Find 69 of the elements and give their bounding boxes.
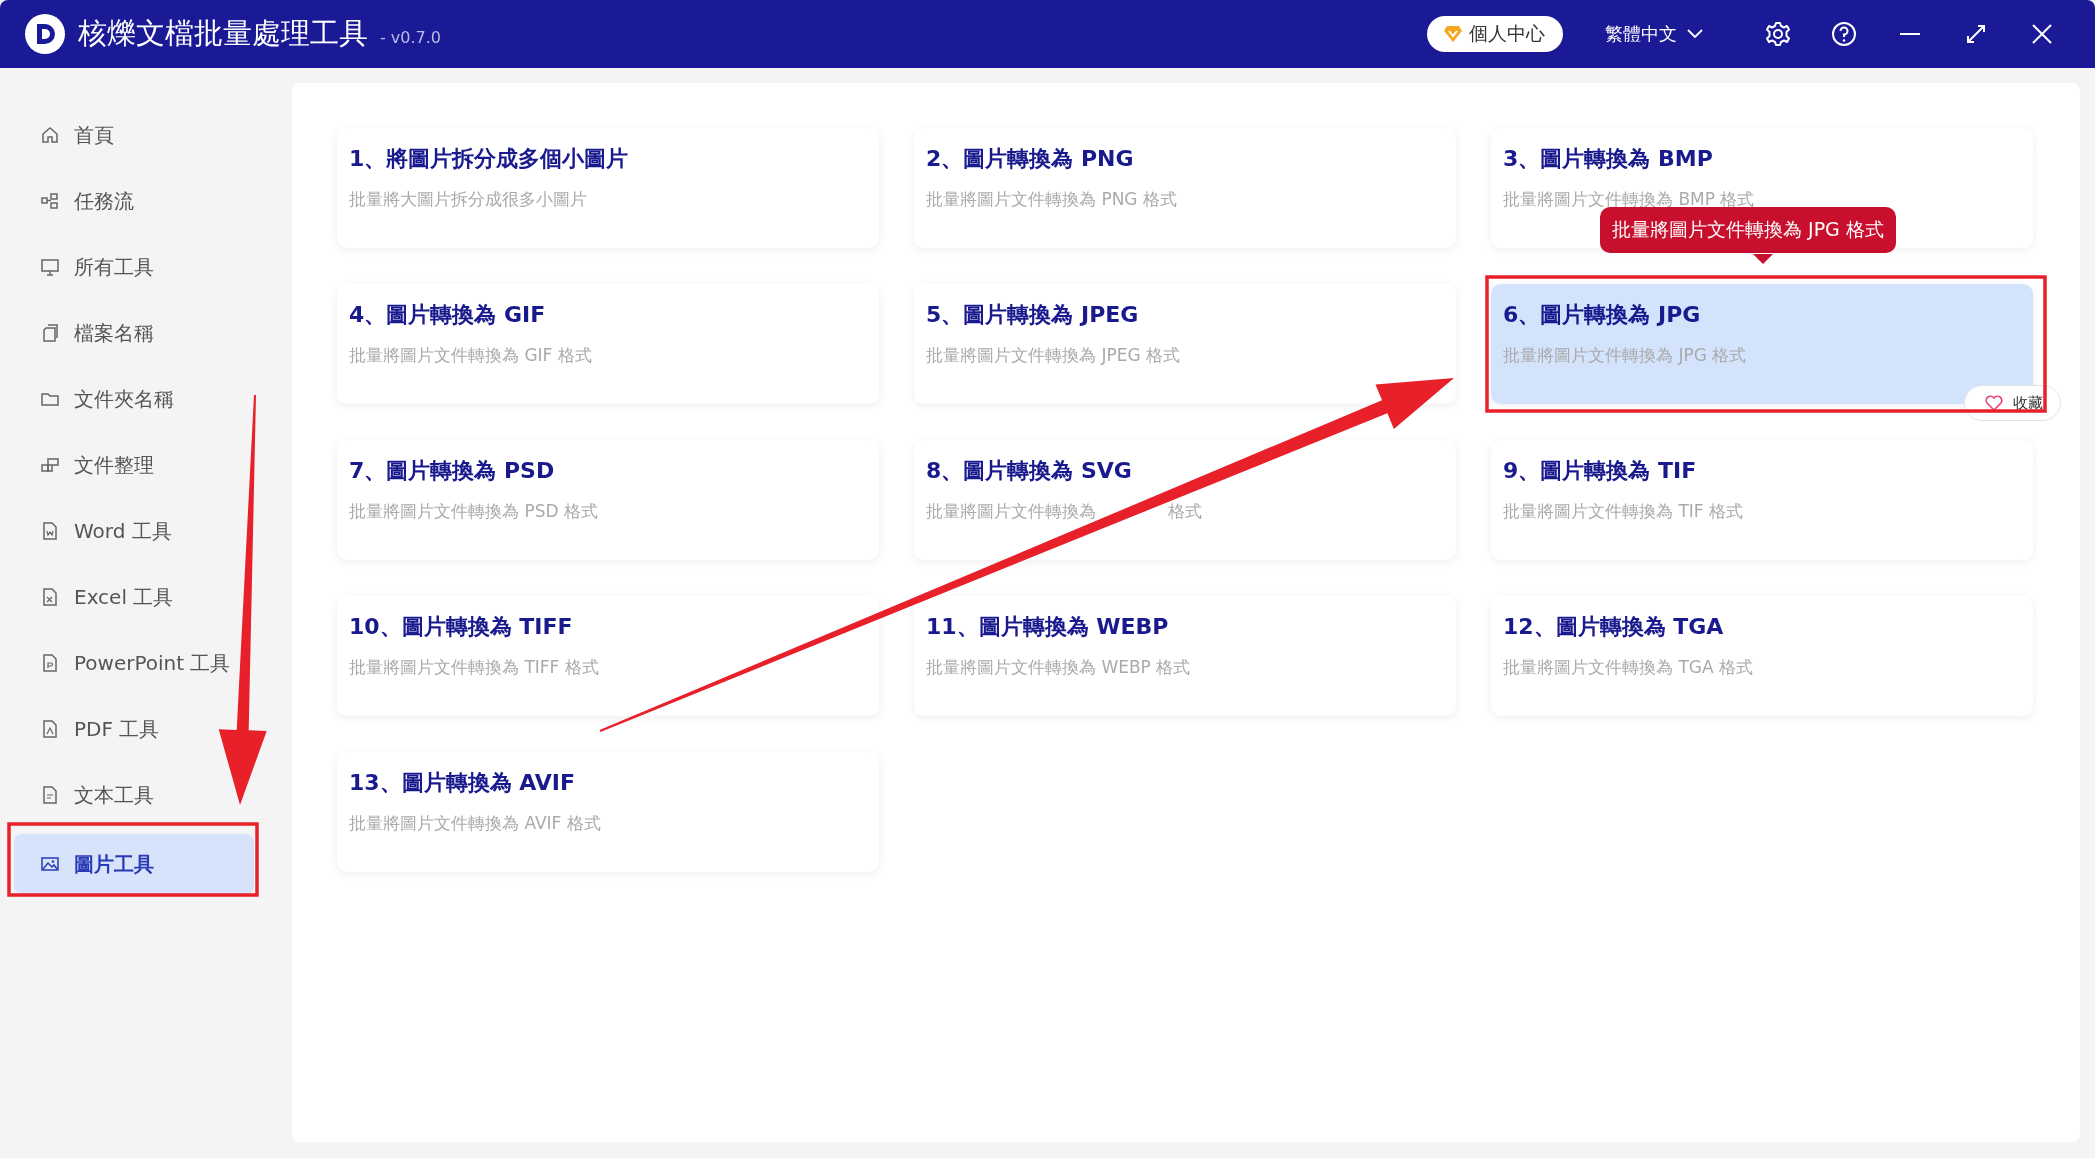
tool-title: 10、圖片轉換為 TIFF (349, 613, 574, 641)
app-logo (24, 13, 66, 55)
tool-description: 批量將圖片文件轉換為 JPEG 格式 (926, 344, 1181, 367)
tool-description: 批量將圖片文件轉換為 PSD 格式 (349, 500, 599, 523)
tool-description: 批量將大圖片拆分成很多小圖片 (349, 188, 588, 211)
tool-title: 7、圖片轉換為 PSD (349, 457, 556, 485)
tool-card[interactable]: 5、圖片轉換為 JPEG 批量將圖片文件轉換為 JPEG 格式 (914, 284, 1456, 404)
tool-title: 12、圖片轉換為 TGA (1503, 613, 1725, 641)
tool-description: 批量將圖片文件轉換為 JPG 格式 (1503, 344, 1748, 367)
document-icon (40, 785, 60, 805)
tool-title: 13、圖片轉換為 AVIF (349, 769, 577, 797)
tooltip-pointer (1753, 254, 1773, 264)
document-icon (40, 653, 60, 673)
tool-card[interactable]: 10、圖片轉換為 TIFF 批量將圖片文件轉換為 TIFF 格式 (337, 596, 879, 716)
sidebar-item[interactable]: Word 工具 (14, 504, 180, 558)
tool-card[interactable]: 13、圖片轉換為 AVIF 批量將圖片文件轉換為 AVIF 格式 (337, 752, 879, 872)
tool-description: 批量將圖片文件轉換為 PNG 格式 (926, 188, 1178, 211)
app-version: - v0.7.0 (380, 27, 442, 47)
tool-title: 11、圖片轉換為 WEBP (926, 613, 1170, 641)
tool-description: 批量將圖片文件轉換為 TIFF 格式 (349, 656, 600, 679)
tool-card[interactable]: 4、圖片轉換為 GIF 批量將圖片文件轉換為 GIF 格式 (337, 284, 879, 404)
sidebar-item[interactable]: 文件夾名稱 (14, 372, 182, 426)
tool-description: 批量將圖片文件轉換為 (926, 500, 1096, 523)
tool-title: 1、將圖片拆分成多個小圖片 (349, 145, 630, 173)
tool-card[interactable]: 9、圖片轉換為 TIF 批量將圖片文件轉換為 TIF 格式 (1491, 440, 2033, 560)
tool-description: 批量將圖片文件轉換為 TIF 格式 (1503, 500, 1744, 523)
tool-description: 批量將圖片文件轉換為 TGA 格式 (1503, 656, 1754, 679)
sidebar-item[interactable]: PDF 工具 (14, 702, 168, 756)
tool-card[interactable]: 11、圖片轉換為 WEBP 批量將圖片文件轉換為 WEBP 格式 (914, 596, 1456, 716)
language-dropdown[interactable]: 繁體中文 (1599, 21, 1709, 47)
tool-card[interactable]: 1、將圖片拆分成多個小圖片 批量將大圖片拆分成很多小圖片 (337, 128, 879, 248)
diamond-icon (1443, 25, 1463, 43)
heart-icon (1985, 395, 2003, 411)
tool-description: 批量將圖片文件轉換為 GIF 格式 (349, 344, 593, 367)
tool-title: 3、圖片轉換為 BMP (1503, 145, 1714, 173)
sidebar-item[interactable]: 任務流 (14, 174, 142, 228)
tool-card[interactable]: 8、圖片轉換為 SVG 批量將圖片文件轉換為 格式 (914, 440, 1456, 560)
tool-card[interactable]: 7、圖片轉換為 PSD 批量將圖片文件轉換為 PSD 格式 (337, 440, 879, 560)
monitor-icon (40, 257, 60, 277)
sidebar-item[interactable]: 所有工具 (14, 240, 162, 294)
document-icon (40, 521, 60, 541)
tool-title: 2、圖片轉換為 PNG (926, 145, 1135, 173)
account-button[interactable]: 個人中心 (1427, 16, 1563, 52)
home-icon (40, 125, 60, 145)
sidebar-item[interactable]: 文件整理 (14, 438, 162, 492)
tool-description: 批量將圖片文件轉換為 AVIF 格式 (349, 812, 602, 835)
settings-icon[interactable] (1765, 21, 1791, 47)
sidebar-item[interactable]: 文本工具 (14, 768, 162, 822)
tool-title: 6、圖片轉換為 JPG (1503, 301, 1702, 329)
sidebar-item[interactable]: 檔案名稱 (14, 306, 162, 360)
help-icon[interactable] (1831, 21, 1857, 47)
image-icon (40, 854, 60, 874)
tool-title: 5、圖片轉換為 JPEG (926, 301, 1140, 329)
tool-title: 4、圖片轉換為 GIF (349, 301, 547, 329)
tool-title: 9、圖片轉換為 TIF (1503, 457, 1698, 485)
sidebar-item[interactable]: 首頁 (14, 108, 122, 162)
tool-description: 批量將圖片文件轉換為 WEBP 格式 (926, 656, 1192, 679)
tool-card[interactable]: 12、圖片轉換為 TGA 批量將圖片文件轉換為 TGA 格式 (1491, 596, 2033, 716)
tooltip: 批量將圖片文件轉換為 JPG 格式 (1600, 207, 1896, 253)
app-title: 核爍文檔批量處理工具 (78, 15, 368, 52)
tool-title: 8、圖片轉換為 SVG (926, 457, 1133, 485)
sidebar-item[interactable]: 圖片工具 (14, 834, 254, 894)
chevron-down-icon (1687, 29, 1703, 39)
sidebar-item[interactable]: PowerPoint 工具 (14, 636, 239, 690)
tool-description: 格式 (1168, 500, 1202, 523)
tool-card[interactable]: 2、圖片轉換為 PNG 批量將圖片文件轉換為 PNG 格式 (914, 128, 1456, 248)
document-icon (40, 719, 60, 739)
document-icon (40, 587, 60, 607)
sidebar-item[interactable]: Excel 工具 (14, 570, 182, 624)
